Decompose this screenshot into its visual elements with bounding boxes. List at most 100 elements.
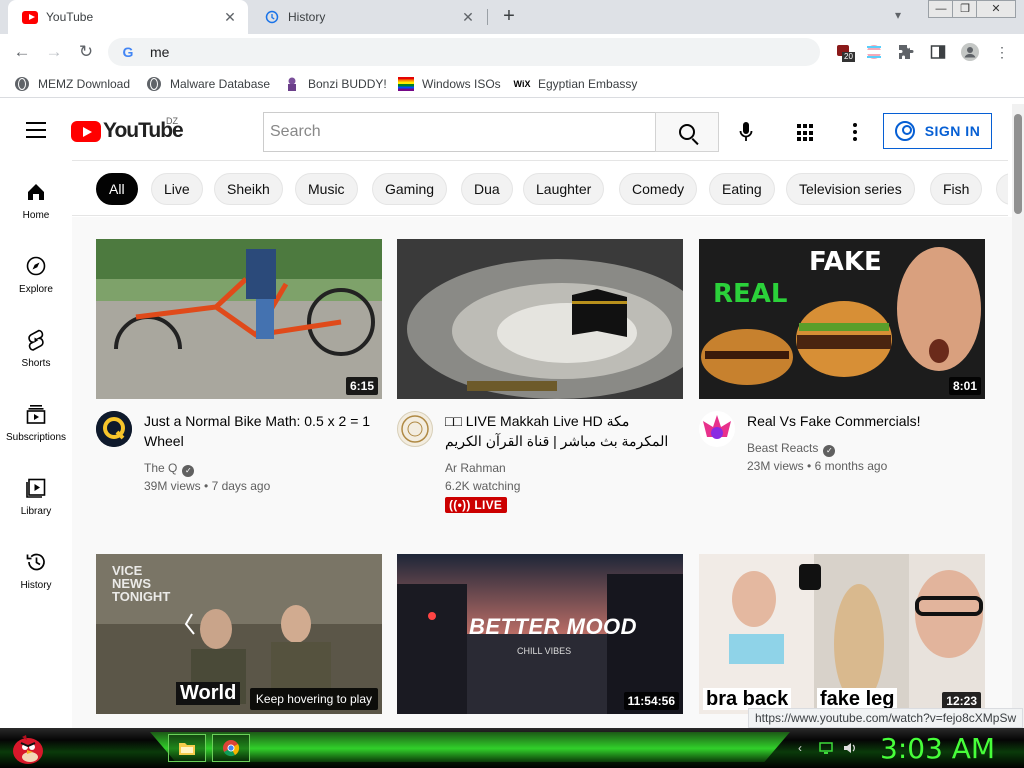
sidebar-item-shorts[interactable]: Shorts bbox=[0, 308, 72, 382]
tray-volume-icon[interactable] bbox=[842, 740, 858, 756]
address-bar[interactable]: G me bbox=[108, 38, 820, 66]
video-thumbnail[interactable] bbox=[397, 239, 683, 399]
bookmark-label: MEMZ Download bbox=[38, 77, 131, 91]
sign-in-label: SIGN IN bbox=[924, 123, 981, 139]
chip-live[interactable]: Live bbox=[151, 173, 203, 205]
settings-more-icon[interactable] bbox=[851, 122, 859, 142]
close-window-button[interactable]: ✕ bbox=[976, 0, 1016, 18]
close-tab-icon[interactable]: ✕ bbox=[460, 9, 476, 25]
browser-menu-icon[interactable]: ⋮ bbox=[992, 42, 1012, 62]
library-icon bbox=[24, 476, 48, 500]
forward-arrow-icon[interactable]: → bbox=[42, 40, 66, 64]
video-card[interactable]: FAKE REAL 8:01 Real Vs Fake Commercials!… bbox=[699, 239, 985, 539]
sign-in-button[interactable]: SIGN IN bbox=[883, 113, 992, 149]
new-tab-button[interactable]: + bbox=[498, 6, 520, 28]
taskbar-file-explorer-icon[interactable] bbox=[168, 734, 206, 762]
sidebar-item-subscriptions[interactable]: Subscriptions bbox=[0, 382, 72, 456]
extensions-puzzle-icon[interactable] bbox=[896, 42, 916, 62]
video-card[interactable]: BETTER MOOD CHILL VIBES 11:54:56 bbox=[397, 554, 683, 728]
chip-television-series[interactable]: Television series bbox=[786, 173, 915, 205]
video-thumbnail[interactable]: bra back fake leg 12:23 bbox=[699, 554, 985, 714]
sidebar-item-explore[interactable]: Explore bbox=[0, 234, 72, 308]
thumb-text-vice: VICE NEWS TONIGHT bbox=[112, 563, 171, 604]
video-title[interactable]: Real Vs Fake Commercials! bbox=[747, 411, 977, 431]
chip-sheikh[interactable]: Sheikh bbox=[214, 173, 283, 205]
extension-badge-icon[interactable]: 20 bbox=[834, 42, 855, 62]
sidebar-item-library[interactable]: Library bbox=[0, 456, 72, 530]
chip-partial[interactable] bbox=[996, 173, 1008, 205]
video-card[interactable]: 6:15 Just a Normal Bike Math: 0.5 x 2 = … bbox=[96, 239, 382, 539]
bookmark-label: Malware Database bbox=[170, 77, 271, 91]
video-title[interactable]: □□ LIVE Makkah Live HD مكة المكرمة بث مب… bbox=[445, 411, 675, 451]
video-card[interactable]: VICE NEWS TONIGHT World Keep hovering to… bbox=[96, 554, 382, 728]
chip-comedy[interactable]: Comedy bbox=[619, 173, 698, 205]
thumb-text-world: World bbox=[176, 682, 241, 705]
trans-flag-extension-icon[interactable] bbox=[864, 42, 884, 62]
video-thumbnail[interactable]: 6:15 bbox=[96, 239, 382, 399]
tab-history[interactable]: History ✕ bbox=[250, 0, 486, 34]
channel-name[interactable]: Ar Rahman bbox=[445, 461, 506, 475]
menu-hamburger-icon[interactable] bbox=[26, 122, 46, 138]
tab-search-chevron-icon[interactable]: ▾ bbox=[895, 8, 901, 22]
verified-check-icon: ✓ bbox=[823, 445, 836, 457]
tab-youtube[interactable]: YouTube ✕ bbox=[8, 0, 248, 34]
video-card[interactable]: □□ LIVE Makkah Live HD مكة المكرمة بث مب… bbox=[397, 239, 683, 539]
video-thumbnail[interactable]: VICE NEWS TONIGHT World Keep hovering to… bbox=[96, 554, 382, 714]
back-arrow-icon[interactable]: ← bbox=[10, 40, 34, 64]
bookmark-memz[interactable]: MEMZ Download bbox=[14, 75, 130, 93]
thumb-text-better-mood: BETTER MOOD bbox=[469, 614, 638, 639]
bookmark-egyptian-embassy[interactable]: WiX Egyptian Embassy bbox=[514, 75, 638, 93]
chip-fish[interactable]: Fish bbox=[930, 173, 983, 205]
chip-laughter[interactable]: Laughter bbox=[523, 173, 605, 205]
tray-network-icon[interactable] bbox=[818, 740, 834, 756]
channel-name[interactable]: The Q bbox=[144, 461, 177, 475]
browser-tab-strip: YouTube ✕ History ✕ + ▾ — ❐ ✕ bbox=[0, 0, 1024, 34]
sidebar-item-history[interactable]: History bbox=[0, 530, 72, 604]
channel-avatar[interactable] bbox=[397, 411, 433, 447]
home-icon bbox=[24, 180, 48, 204]
sidebar-label: Shorts bbox=[21, 358, 51, 369]
scrollbar-thumb[interactable] bbox=[1014, 114, 1022, 214]
profile-avatar-icon[interactable] bbox=[960, 42, 980, 62]
thumb-text-fake: FAKE bbox=[809, 247, 882, 277]
taskbar-chrome-icon[interactable] bbox=[212, 734, 250, 762]
account-circle-icon bbox=[894, 121, 915, 141]
channel-avatar[interactable] bbox=[699, 411, 735, 447]
start-button-angry-bird-icon[interactable] bbox=[6, 728, 50, 768]
tab-title: History bbox=[288, 10, 326, 24]
search-button[interactable] bbox=[655, 112, 719, 152]
chip-dua[interactable]: Dua bbox=[461, 173, 513, 205]
restore-button[interactable]: ❐ bbox=[952, 0, 978, 18]
sidebar-item-home[interactable]: Home bbox=[0, 160, 72, 234]
tray-show-hidden-icon[interactable]: ‹ bbox=[792, 740, 808, 756]
compass-icon bbox=[24, 254, 48, 278]
video-card[interactable]: bra back fake leg 12:23 bbox=[699, 554, 985, 728]
apps-grid-icon[interactable] bbox=[797, 124, 815, 142]
history-icon bbox=[264, 9, 280, 25]
chip-eating[interactable]: Eating bbox=[709, 173, 775, 205]
channel-avatar[interactable] bbox=[96, 411, 132, 447]
video-thumbnail[interactable]: BETTER MOOD CHILL VIBES 11:54:56 bbox=[397, 554, 683, 714]
address-text[interactable]: me bbox=[150, 44, 169, 60]
reload-icon[interactable]: ↻ bbox=[74, 40, 98, 64]
chip-gaming[interactable]: Gaming bbox=[372, 173, 448, 205]
video-thumbnail[interactable]: FAKE REAL 8:01 bbox=[699, 239, 985, 399]
chip-music[interactable]: Music bbox=[295, 173, 358, 205]
page-scrollbar[interactable] bbox=[1012, 104, 1024, 728]
taskbar-clock[interactable]: 3:03 AM bbox=[880, 732, 995, 765]
video-title[interactable]: Just a Normal Bike Math: 0.5 x 2 = 1 Whe… bbox=[144, 411, 374, 451]
bookmark-windows-isos[interactable]: Windows ISOs bbox=[398, 75, 501, 93]
chip-all[interactable]: All bbox=[96, 173, 138, 205]
microphone-icon[interactable] bbox=[734, 120, 758, 144]
bookmark-malware-database[interactable]: Malware Database bbox=[146, 75, 270, 93]
channel-name[interactable]: Beast Reacts bbox=[747, 441, 818, 455]
minimize-button[interactable]: — bbox=[928, 0, 954, 18]
bookmark-bonzi-buddy[interactable]: Bonzi BUDDY! bbox=[284, 75, 387, 93]
sidebar-label: Explore bbox=[19, 284, 53, 295]
close-tab-icon[interactable]: ✕ bbox=[222, 9, 238, 25]
history-icon bbox=[24, 550, 48, 574]
search-input[interactable]: Search bbox=[263, 112, 656, 152]
thumb-text-real: REAL bbox=[713, 279, 788, 309]
side-panel-icon[interactable] bbox=[928, 42, 948, 62]
bookmark-label: Egyptian Embassy bbox=[538, 77, 638, 91]
